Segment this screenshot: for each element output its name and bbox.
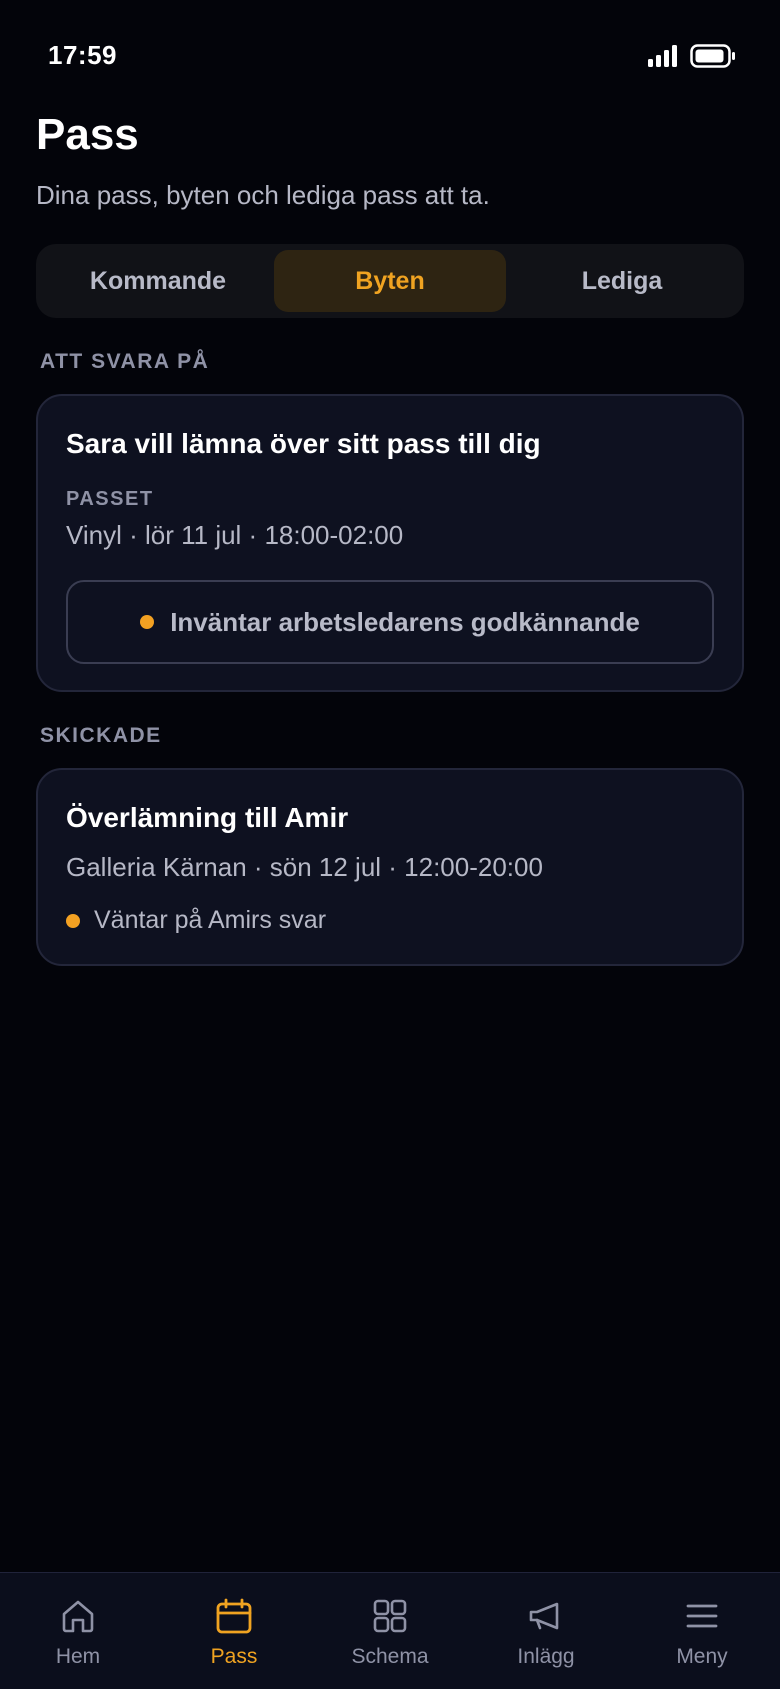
menu-icon xyxy=(686,1604,718,1628)
bottom-tab-bar: Hem Pass Schema Inlägg Meny xyxy=(0,1572,780,1689)
status-dot xyxy=(66,913,80,928)
tab-label: Meny xyxy=(676,1645,728,1668)
page-title: Pass xyxy=(36,110,139,159)
pending-status-text: Väntar på Amirs svar xyxy=(94,906,327,934)
segmented-control: Kommande Byten Lediga xyxy=(36,244,744,318)
tab-label: Hem xyxy=(55,1645,101,1668)
shift-label: PASSET xyxy=(66,488,154,510)
shift-info: Galleria Kärnan · sön 12 jul · 12:00-20:… xyxy=(66,852,543,882)
sent-handover-card[interactable]: Överlämning till Amir Galleria Kärnan · … xyxy=(36,768,744,966)
shift-info: Vinyl · lör 11 jul · 18:00-02:00 xyxy=(66,520,404,550)
card-title: Sara vill lämna över sitt pass till dig xyxy=(66,428,541,459)
segment-byten[interactable]: Byten xyxy=(274,250,506,312)
tab-pass[interactable]: Pass xyxy=(156,1573,312,1689)
grid-icon xyxy=(373,1599,407,1633)
status-bar: 17:59 xyxy=(0,0,780,110)
section-label-sent: SKICKADE xyxy=(40,724,162,747)
status-icons xyxy=(648,44,736,68)
segment-lediga[interactable]: Lediga xyxy=(506,250,738,312)
signal-icon xyxy=(648,45,677,67)
swap-request-card[interactable]: Sara vill lämna över sitt pass till dig … xyxy=(36,394,744,692)
approval-status-box: Inväntar arbetsledarens godkännande xyxy=(66,580,714,664)
approval-status-text: Inväntar arbetsledarens godkännande xyxy=(170,606,640,637)
calendar-icon xyxy=(216,1598,252,1634)
tab-label: Inlägg xyxy=(517,1645,575,1668)
tab-hem[interactable]: Hem xyxy=(0,1573,156,1689)
megaphone-icon xyxy=(529,1602,559,1630)
status-time: 17:59 xyxy=(48,40,117,70)
battery-icon xyxy=(690,44,735,68)
home-icon xyxy=(62,1600,94,1633)
tab-label: Schema xyxy=(351,1645,429,1668)
status-dot xyxy=(140,615,155,629)
tab-inlagg[interactable]: Inlägg xyxy=(468,1573,624,1689)
tab-label: Pass xyxy=(210,1645,258,1668)
page-subtitle: Dina pass, byten och lediga pass att ta. xyxy=(36,180,490,210)
section-label-to-answer: ATT SVARA PÅ xyxy=(40,350,210,373)
tab-schema[interactable]: Schema xyxy=(312,1573,468,1689)
pending-status: Väntar på Amirs svar xyxy=(66,906,326,935)
tab-meny[interactable]: Meny xyxy=(624,1573,780,1689)
segment-kommande[interactable]: Kommande xyxy=(42,250,274,312)
card-title: Överlämning till Amir xyxy=(66,802,349,833)
